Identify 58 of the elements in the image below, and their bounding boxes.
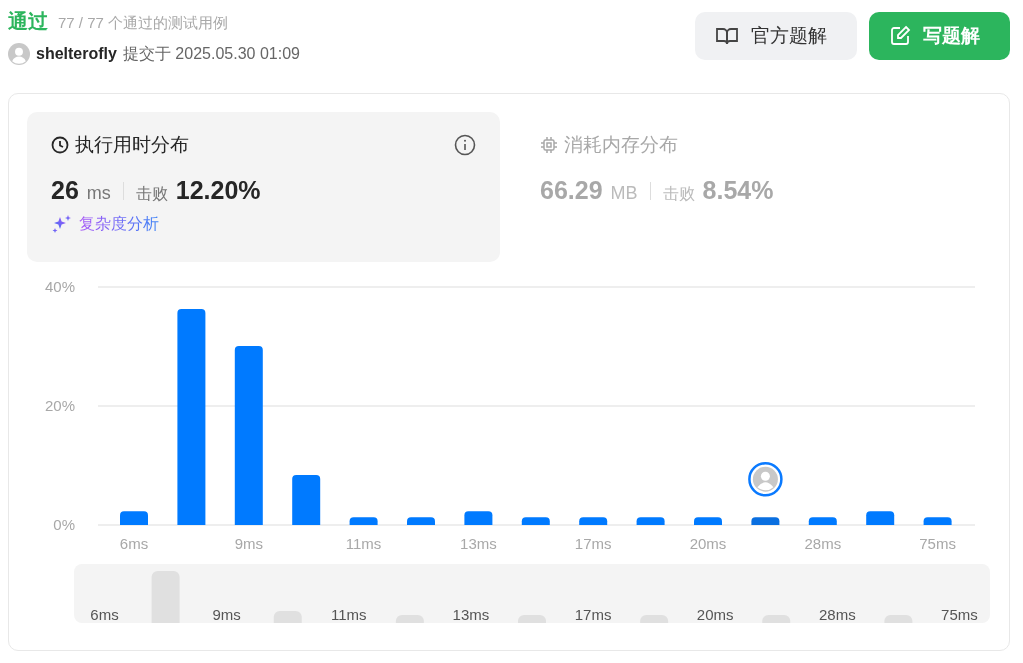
bar[interactable] [521, 517, 550, 525]
overview-panel[interactable]: 6ms 9ms 11ms 13ms 17ms 20ms 28ms 75ms [74, 564, 990, 623]
x-axis-label: 11ms [345, 535, 382, 552]
y-axis-label: 40% [44, 278, 75, 295]
bar[interactable] [464, 511, 493, 525]
bar[interactable] [694, 517, 722, 525]
stat-value: 66.29 [540, 176, 603, 205]
overview-label: 6ms [90, 606, 119, 623]
sparkle-icon [51, 213, 73, 235]
panel-title: 消耗内存分布 [564, 133, 678, 157]
bar[interactable] [234, 345, 263, 525]
overview-label: 28ms [819, 606, 856, 623]
x-axis-label: 13ms [460, 535, 497, 552]
overview-label: 13ms [452, 606, 490, 623]
y-axis-label: 20% [44, 397, 75, 414]
y-axis-label: 0% [53, 516, 75, 533]
avatar-icon [8, 43, 30, 65]
overview-label: 17ms [574, 606, 612, 623]
bar[interactable] [349, 517, 378, 525]
overview-label: 20ms [696, 606, 734, 623]
bar[interactable] [636, 517, 665, 525]
overview-label: 75ms [941, 606, 978, 623]
beats-label: 击败 [135, 184, 168, 204]
beats-percent: 12.20% [175, 176, 261, 205]
status-text: 通过 [8, 9, 48, 34]
official-solution-button[interactable]: 官方题解 [695, 12, 857, 60]
bar[interactable] [751, 517, 780, 525]
panel-title: 执行用时分布 [75, 133, 189, 157]
overview-label: 9ms [212, 606, 241, 623]
overview-label: 11ms [331, 606, 367, 623]
avatar-marker-icon [748, 462, 783, 497]
book-icon [715, 26, 739, 46]
clock-icon [51, 136, 69, 154]
stat-panel[interactable]: 执行用时分布 26 ms 击败 12.20% 复杂度分析 [27, 112, 500, 262]
x-axis-label: 20ms [689, 535, 727, 552]
chip-icon [540, 136, 558, 154]
stat-unit: MB [610, 183, 638, 204]
bar[interactable] [579, 517, 608, 525]
bar[interactable] [866, 511, 895, 525]
x-axis-label: 6ms [119, 535, 149, 552]
x-axis-label: 28ms [804, 535, 842, 552]
submission-time: 提交于 2025.05.30 01:09 [122, 43, 300, 64]
username[interactable]: shelterofly [36, 45, 117, 63]
test-summary: 77 / 77 个通过的测试用例 [58, 14, 229, 33]
stat-value: 26 [51, 176, 79, 205]
bar[interactable] [808, 517, 837, 525]
x-axis-label: 75ms [919, 535, 956, 552]
beats-percent: 8.54% [702, 176, 774, 205]
info-icon[interactable] [454, 134, 476, 156]
stat-unit: ms [86, 183, 111, 204]
beats-label: 击败 [662, 184, 695, 204]
x-axis-label: 9ms [234, 535, 263, 552]
bar[interactable] [407, 517, 435, 525]
bar[interactable] [292, 475, 321, 525]
edit-icon [889, 25, 911, 47]
x-axis-label: 17ms [574, 535, 612, 552]
bar[interactable] [177, 309, 206, 525]
bar[interactable] [923, 517, 952, 525]
